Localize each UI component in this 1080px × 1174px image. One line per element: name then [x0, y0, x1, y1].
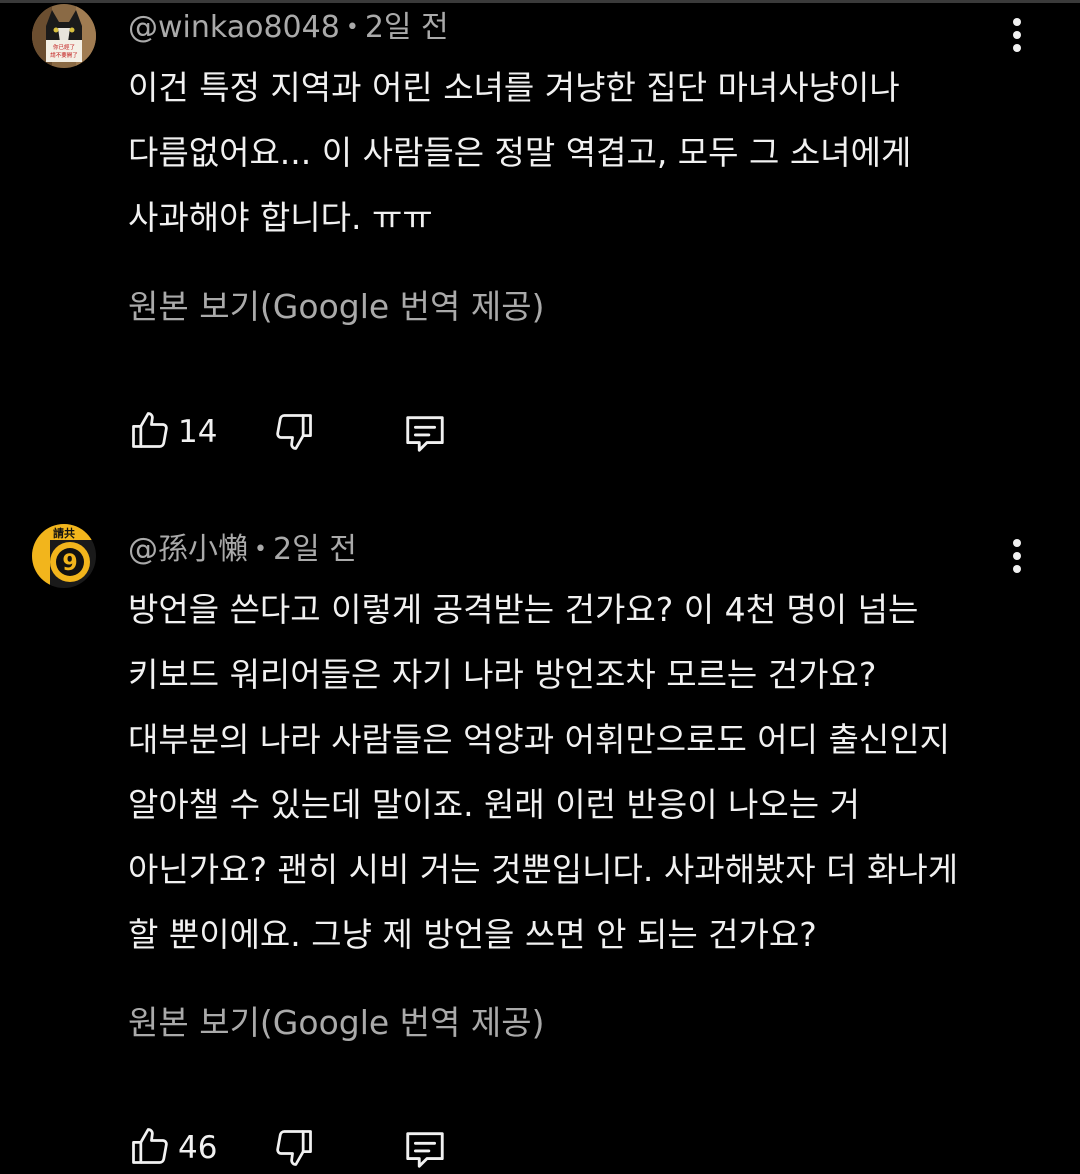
author-avatar[interactable]: 你已經了 請不要開了 [32, 4, 96, 68]
comment-text: 방언을 쓴다고 이렇게 공격받는 건가요? 이 4천 명이 넘는 키보드 워리어… [128, 577, 1028, 967]
comment-text-line: 방언을 쓴다고 이렇게 공격받는 건가요? 이 4천 명이 넘는 [128, 590, 919, 629]
thumbs-up-icon [132, 1128, 168, 1164]
see-original-link[interactable]: 원본 보기(Google 번역 제공) [128, 285, 544, 329]
cat-avatar-icon: 你已經了 請不要開了 [32, 4, 96, 68]
reply-button[interactable] [402, 1126, 450, 1174]
like-count: 14 [178, 414, 218, 450]
comment-header: @winkao8048 • 2일 전 [128, 8, 449, 48]
avatar-logo-text: 請共 [53, 526, 75, 540]
comment-header: @孫小懶 • 2일 전 [128, 530, 357, 570]
comment-text-line: 이건 특정 지역과 어린 소녀를 겨냥한 집단 마녀사냥이나 [128, 68, 900, 107]
meta-separator: • [254, 537, 267, 562]
comment-text-line: 키보드 워리어들은 자기 나라 방언조차 모르는 건가요? [128, 655, 877, 694]
comment-text-line: 알아챌 수 있는데 말이죠. 원래 이런 반응이 나오는 거 [128, 785, 860, 824]
dislike-button[interactable] [272, 1126, 320, 1174]
like-count: 46 [178, 1130, 218, 1166]
avatar-logo-number: 9 [62, 551, 77, 576]
more-options-button[interactable] [1000, 535, 1034, 579]
see-original-link[interactable]: 원본 보기(Google 번역 제공) [128, 1001, 544, 1045]
avatar-sign-line-2: 請不要開了 [50, 51, 78, 59]
author-handle[interactable]: @winkao8048 [128, 10, 340, 45]
avatar-sign-line-1: 你已經了 [53, 43, 75, 51]
meta-separator: • [345, 15, 359, 40]
comment-text-line: 아닌가요? 괜히 시비 거는 것뿐입니다. 사과해봤자 더 화나게 [128, 850, 959, 889]
comment-text-line: 다름없어요... 이 사람들은 정말 역겹고, 모두 그 소녀에게 [128, 133, 912, 172]
author-avatar[interactable]: 請共 9 [32, 524, 96, 588]
comment-text-line: 사과해야 합니다. ㅠㅠ [128, 198, 433, 237]
comment-text-line: 대부분의 나라 사람들은 억양과 어휘만으로도 어디 출신인지 [128, 720, 950, 759]
reply-comment-icon [406, 416, 444, 452]
more-options-button[interactable] [1000, 14, 1034, 58]
dislike-button[interactable] [272, 410, 320, 458]
kebab-dot [1013, 31, 1021, 39]
comment-text: 이건 특정 지역과 어린 소녀를 겨냥한 집단 마녀사냥이나 다름없어요... … [128, 55, 1028, 250]
reply-button[interactable] [402, 410, 450, 458]
thumbs-up-icon [132, 412, 168, 448]
thumbs-down-icon [276, 1130, 312, 1166]
kebab-dot [1013, 565, 1021, 573]
like-button[interactable]: 46 [128, 1124, 228, 1172]
more-vertical-icon [1013, 539, 1021, 547]
comment-text-line: 할 뿐이에요. 그냥 제 방언을 쓰면 안 되는 건가요? [128, 915, 817, 954]
comment-timestamp: 2일 전 [364, 10, 449, 45]
reply-comment-icon [406, 1132, 444, 1168]
top-divider [0, 0, 1080, 3]
thumbs-down-icon [276, 414, 312, 450]
kebab-dot [1013, 552, 1021, 560]
comment-timestamp: 2일 전 [272, 532, 357, 567]
logo-avatar-icon: 請共 9 [32, 524, 96, 588]
more-vertical-icon [1013, 18, 1021, 26]
kebab-dot [1013, 44, 1021, 52]
like-button[interactable]: 14 [128, 408, 228, 456]
author-handle[interactable]: @孫小懶 [128, 532, 248, 567]
